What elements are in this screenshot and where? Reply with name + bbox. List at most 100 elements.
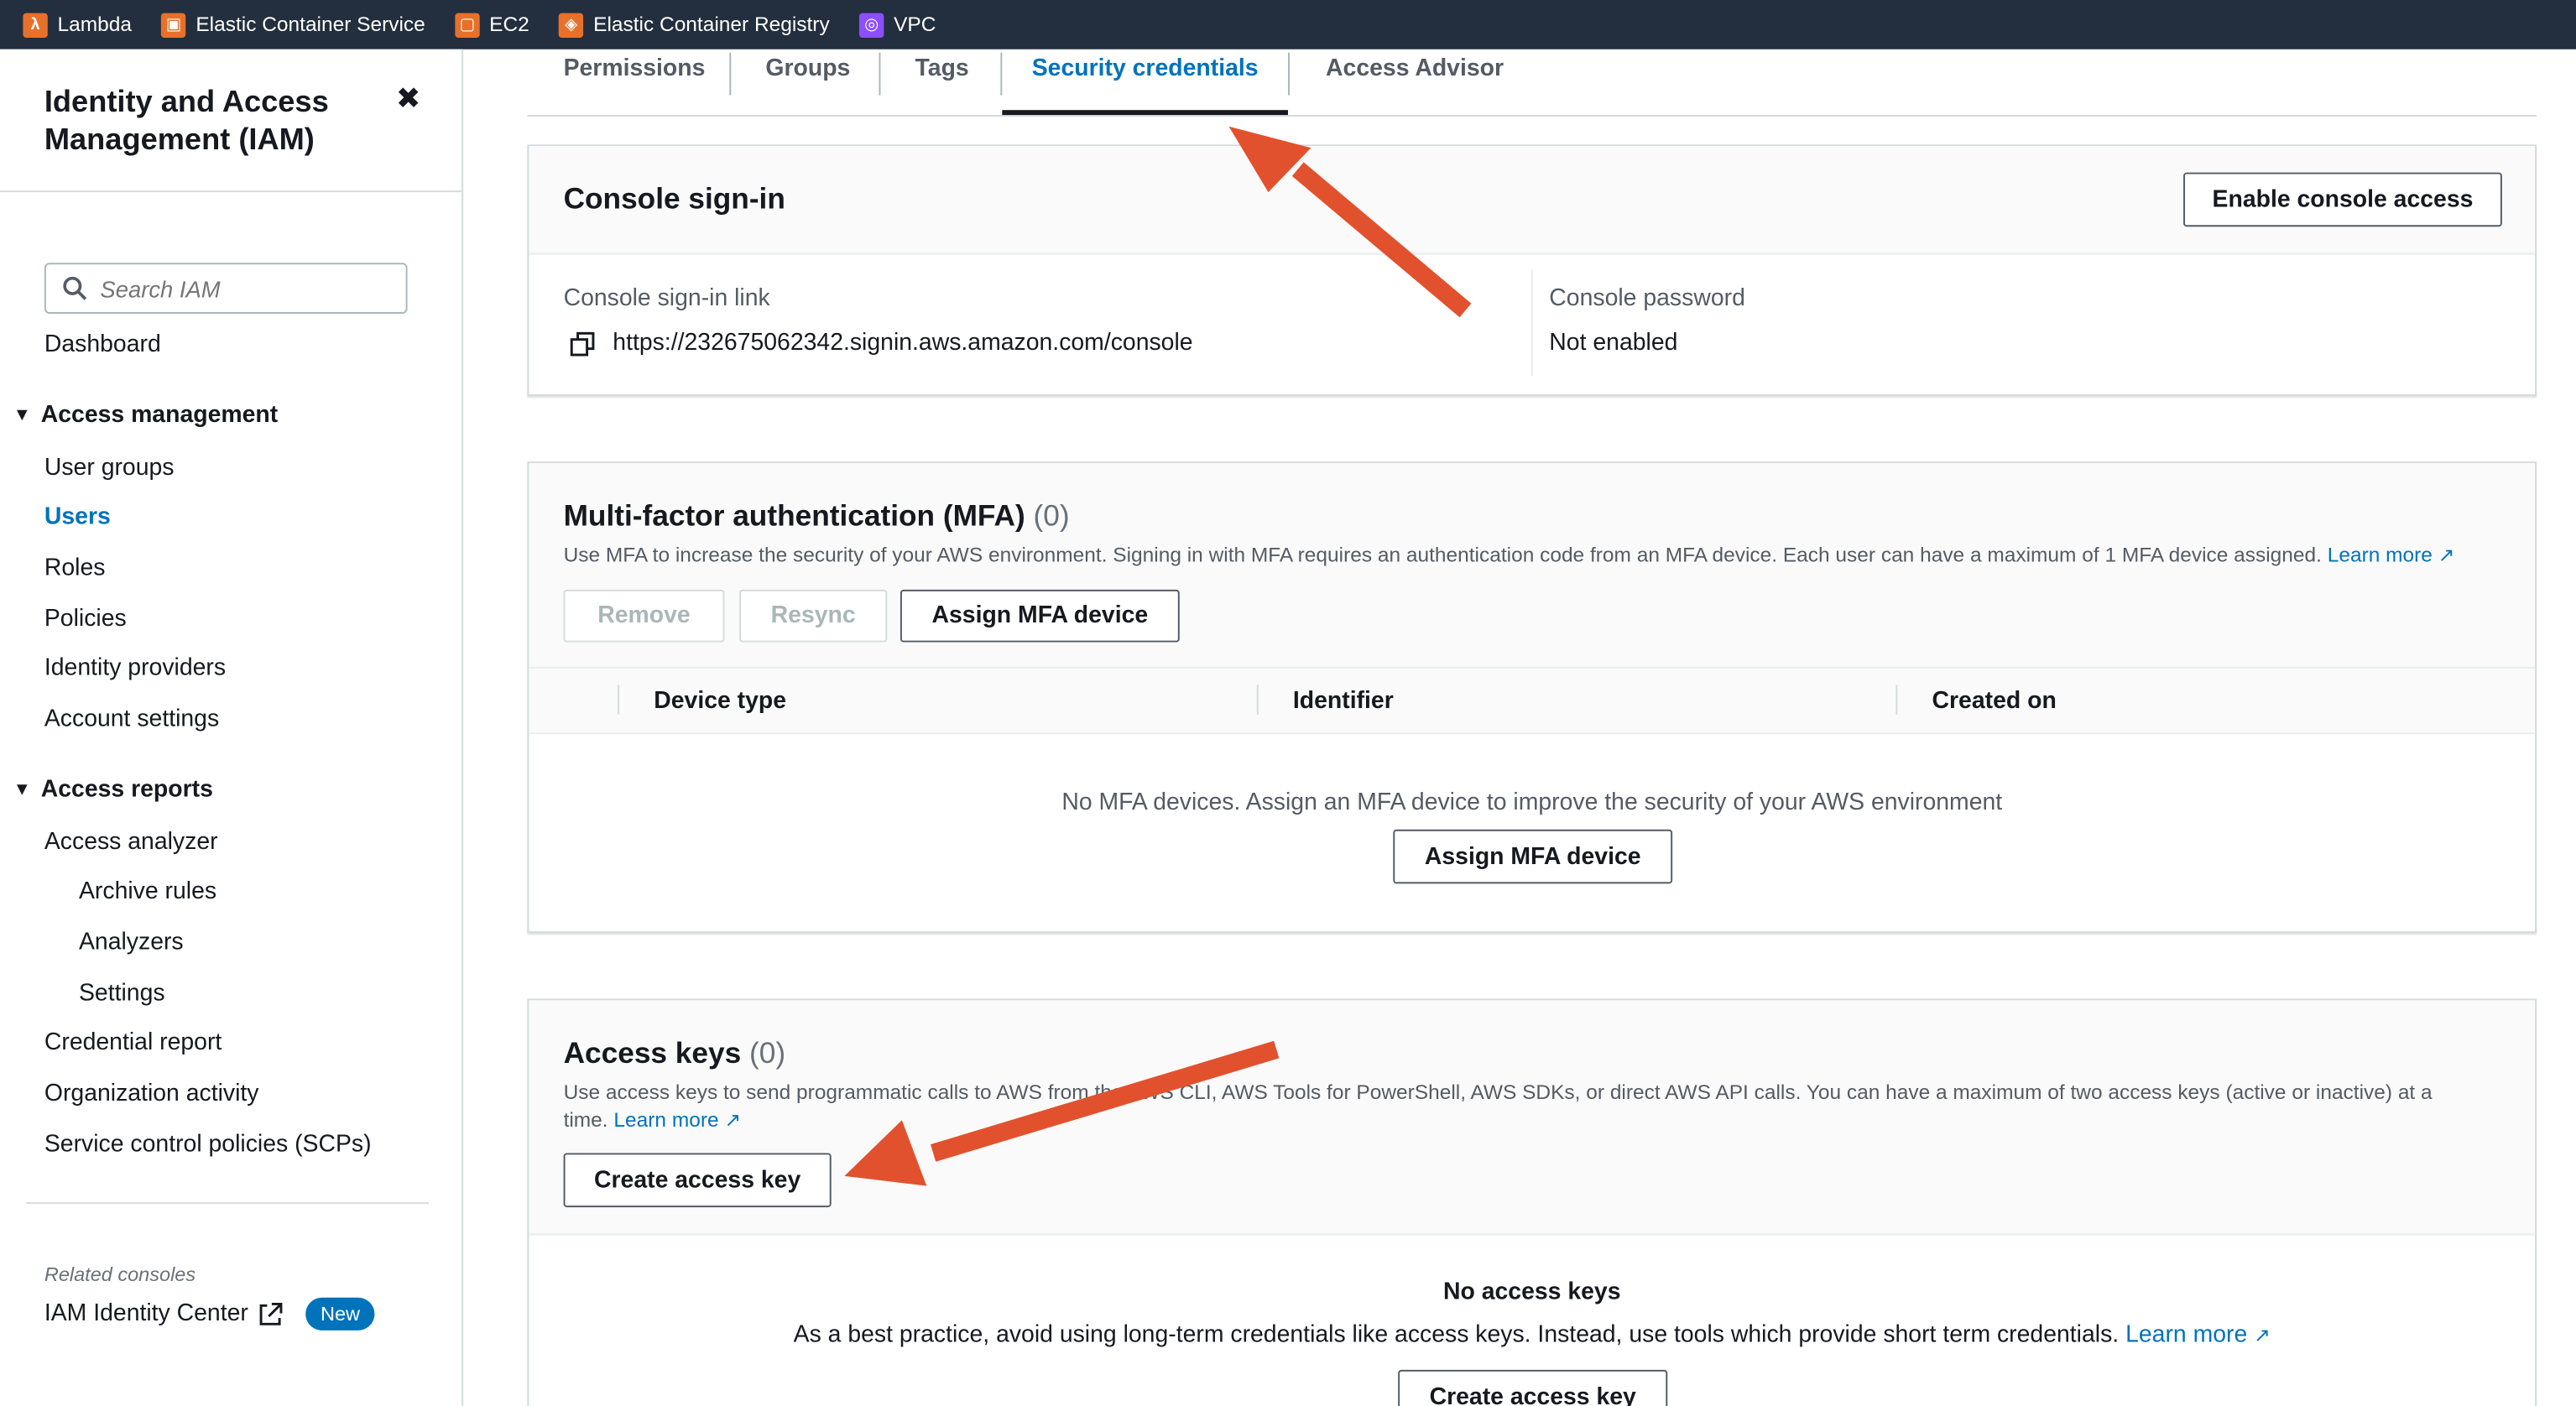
- console-signin-link: https://232675062342.signin.aws.amazon.c…: [613, 330, 1193, 357]
- access-keys-description-text: e AWS CLI, AWS Tools for PowerShell, AWS…: [1111, 1081, 2433, 1104]
- assign-mfa-device-button[interactable]: Assign MFA device: [900, 589, 1180, 643]
- favorite-ecr[interactable]: ◈ Elastic Container Registry: [559, 12, 830, 38]
- ecr-icon: ◈: [559, 12, 584, 38]
- console-signin-panel: Console sign-in Enable console access Co…: [527, 144, 2537, 396]
- sidebar-section-access-management[interactable]: ▼ Access management: [13, 403, 279, 429]
- tab-separator: [879, 52, 881, 96]
- column-divider: [1895, 685, 1898, 715]
- remove-button[interactable]: Remove: [563, 589, 725, 643]
- enable-console-access-button[interactable]: Enable console access: [2183, 172, 2502, 227]
- section-label: Access reports: [40, 777, 213, 804]
- sidebar-item-account-settings[interactable]: Account settings: [44, 706, 219, 732]
- tab-separator: [1288, 52, 1290, 96]
- sidebar: Identity and Access Management (IAM) ✖ D…: [0, 49, 464, 1406]
- create-access-key-button[interactable]: Create access key: [563, 1153, 832, 1208]
- favorite-label: VPC: [894, 13, 936, 37]
- column-divider: [618, 685, 620, 715]
- search-input[interactable]: [100, 274, 380, 302]
- tab-security-credentials[interactable]: Security credentials: [1002, 49, 1289, 116]
- favorites-bar: λ Lambda ▣ Elastic Container Service ▢ E…: [0, 0, 2576, 49]
- sidebar-item-scps[interactable]: Service control policies (SCPs): [44, 1132, 372, 1158]
- sidebar-title: Identity and Access Management (IAM): [44, 83, 329, 157]
- console-signin-title: Console sign-in: [563, 182, 785, 216]
- mfa-description-text: Use MFA to increase the security of your…: [563, 544, 2322, 567]
- mfa-panel: Multi-factor authentication (MFA) (0) Us…: [527, 461, 2537, 934]
- mfa-empty-text: No MFA devices. Assign an MFA device to …: [1061, 789, 2003, 817]
- mfa-learn-more-link[interactable]: Learn more: [2328, 544, 2433, 566]
- no-access-keys-title: No access keys: [1442, 1279, 1621, 1306]
- lambda-icon: λ: [23, 12, 48, 38]
- column-device-type[interactable]: Device type: [654, 688, 786, 714]
- access-keys-title: Access keys (0): [564, 1036, 786, 1070]
- access-keys-description-text: time.: [563, 1108, 608, 1132]
- column-divider: [1256, 685, 1259, 715]
- console-signin-link-label: Console sign-in link: [563, 285, 770, 313]
- caret-down-icon: ▼: [13, 405, 31, 426]
- console-password-label: Console password: [1549, 285, 1745, 313]
- vpc-icon: ◎: [858, 12, 884, 38]
- ecs-icon: ▣: [161, 12, 186, 38]
- iam-identity-center-link[interactable]: IAM Identity Center New: [44, 1297, 375, 1330]
- sidebar-item-access-analyzer[interactable]: Access analyzer: [44, 830, 218, 856]
- access-keys-description-text: Use access keys to send programmatic cal…: [563, 1081, 1112, 1104]
- favorite-ecs[interactable]: ▣ Elastic Container Service: [161, 12, 425, 38]
- panel-header: Console sign-in Enable console access: [529, 146, 2536, 255]
- sidebar-item-policies[interactable]: Policies: [44, 606, 127, 632]
- access-keys-count: (0): [749, 1036, 786, 1070]
- column-identifier[interactable]: Identifier: [1293, 688, 1394, 714]
- copy-icon[interactable]: [570, 331, 595, 356]
- column-divider: [1530, 269, 1533, 377]
- tab-groups[interactable]: Groups: [765, 49, 850, 115]
- close-icon[interactable]: ✖: [396, 82, 421, 117]
- sidebar-item-analyzers[interactable]: Analyzers: [79, 930, 184, 956]
- mfa-title: Multi-factor authentication (MFA) (0): [564, 499, 1070, 534]
- sidebar-item-identity-providers[interactable]: Identity providers: [44, 655, 226, 681]
- sidebar-item-archive-rules[interactable]: Archive rules: [79, 878, 216, 904]
- favorite-ec2[interactable]: ▢ EC2: [455, 12, 529, 38]
- no-access-keys-learn-more-link[interactable]: Learn more: [2125, 1322, 2247, 1348]
- external-link-icon: ↗: [2254, 1324, 2271, 1347]
- search-icon: [63, 276, 87, 300]
- tab-separator: [729, 52, 732, 96]
- resync-button[interactable]: Resync: [739, 589, 888, 643]
- section-label: Access management: [40, 402, 279, 430]
- access-keys-title-text: Access keys: [563, 1036, 742, 1070]
- caret-down-icon: ▼: [13, 780, 31, 800]
- access-keys-description: Use access keys to send programmatic cal…: [564, 1079, 2437, 1135]
- tab-bar: Permissions Groups Tags Security credent…: [527, 49, 2537, 117]
- external-link-icon: [259, 1302, 283, 1325]
- favorite-label: Elastic Container Registry: [593, 13, 830, 37]
- sidebar-item-dashboard[interactable]: Dashboard: [44, 331, 161, 357]
- create-access-key-empty-button[interactable]: Create access key: [1398, 1369, 1668, 1406]
- column-created-on[interactable]: Created on: [1932, 688, 2057, 714]
- ec2-icon: ▢: [455, 12, 480, 38]
- tab-access-advisor[interactable]: Access Advisor: [1326, 49, 1504, 115]
- sidebar-item-organization-activity[interactable]: Organization activity: [44, 1081, 259, 1107]
- favorite-lambda[interactable]: λ Lambda: [23, 12, 132, 38]
- access-keys-panel: Access keys (0) Use access keys to send …: [527, 998, 2537, 1406]
- favorite-label: Lambda: [57, 13, 132, 37]
- external-link-icon: ↗: [2438, 544, 2455, 567]
- mfa-title-text: Multi-factor authentication (MFA): [563, 499, 1025, 533]
- sidebar-item-settings[interactable]: Settings: [79, 981, 165, 1007]
- divider: [26, 1202, 430, 1205]
- related-consoles-label: Related consoles: [44, 1263, 196, 1287]
- no-access-keys-text: As a best practice, avoid using long-ter…: [529, 1322, 2535, 1348]
- sidebar-section-access-reports[interactable]: ▼ Access reports: [13, 777, 213, 803]
- sidebar-item-credential-report[interactable]: Credential report: [44, 1030, 222, 1056]
- divider: [0, 190, 462, 193]
- sidebar-item-user-groups[interactable]: User groups: [44, 455, 175, 481]
- sidebar-item-users[interactable]: Users: [44, 504, 111, 530]
- favorite-vpc[interactable]: ◎ VPC: [858, 12, 936, 38]
- iam-identity-center-label: IAM Identity Center: [44, 1300, 248, 1327]
- new-badge: New: [305, 1297, 375, 1330]
- mfa-description: Use MFA to increase the security of your…: [564, 542, 2519, 570]
- console-password-value: Not enabled: [1549, 330, 1678, 357]
- tab-permissions[interactable]: Permissions: [564, 49, 706, 115]
- access-keys-learn-more-link[interactable]: Learn more: [613, 1109, 718, 1132]
- sidebar-item-roles[interactable]: Roles: [44, 555, 106, 581]
- search-box[interactable]: [44, 263, 408, 314]
- tab-tags[interactable]: Tags: [915, 49, 969, 115]
- assign-mfa-device-empty-button[interactable]: Assign MFA device: [1393, 829, 1673, 884]
- panel-header: Multi-factor authentication (MFA) (0) Us…: [529, 463, 2536, 669]
